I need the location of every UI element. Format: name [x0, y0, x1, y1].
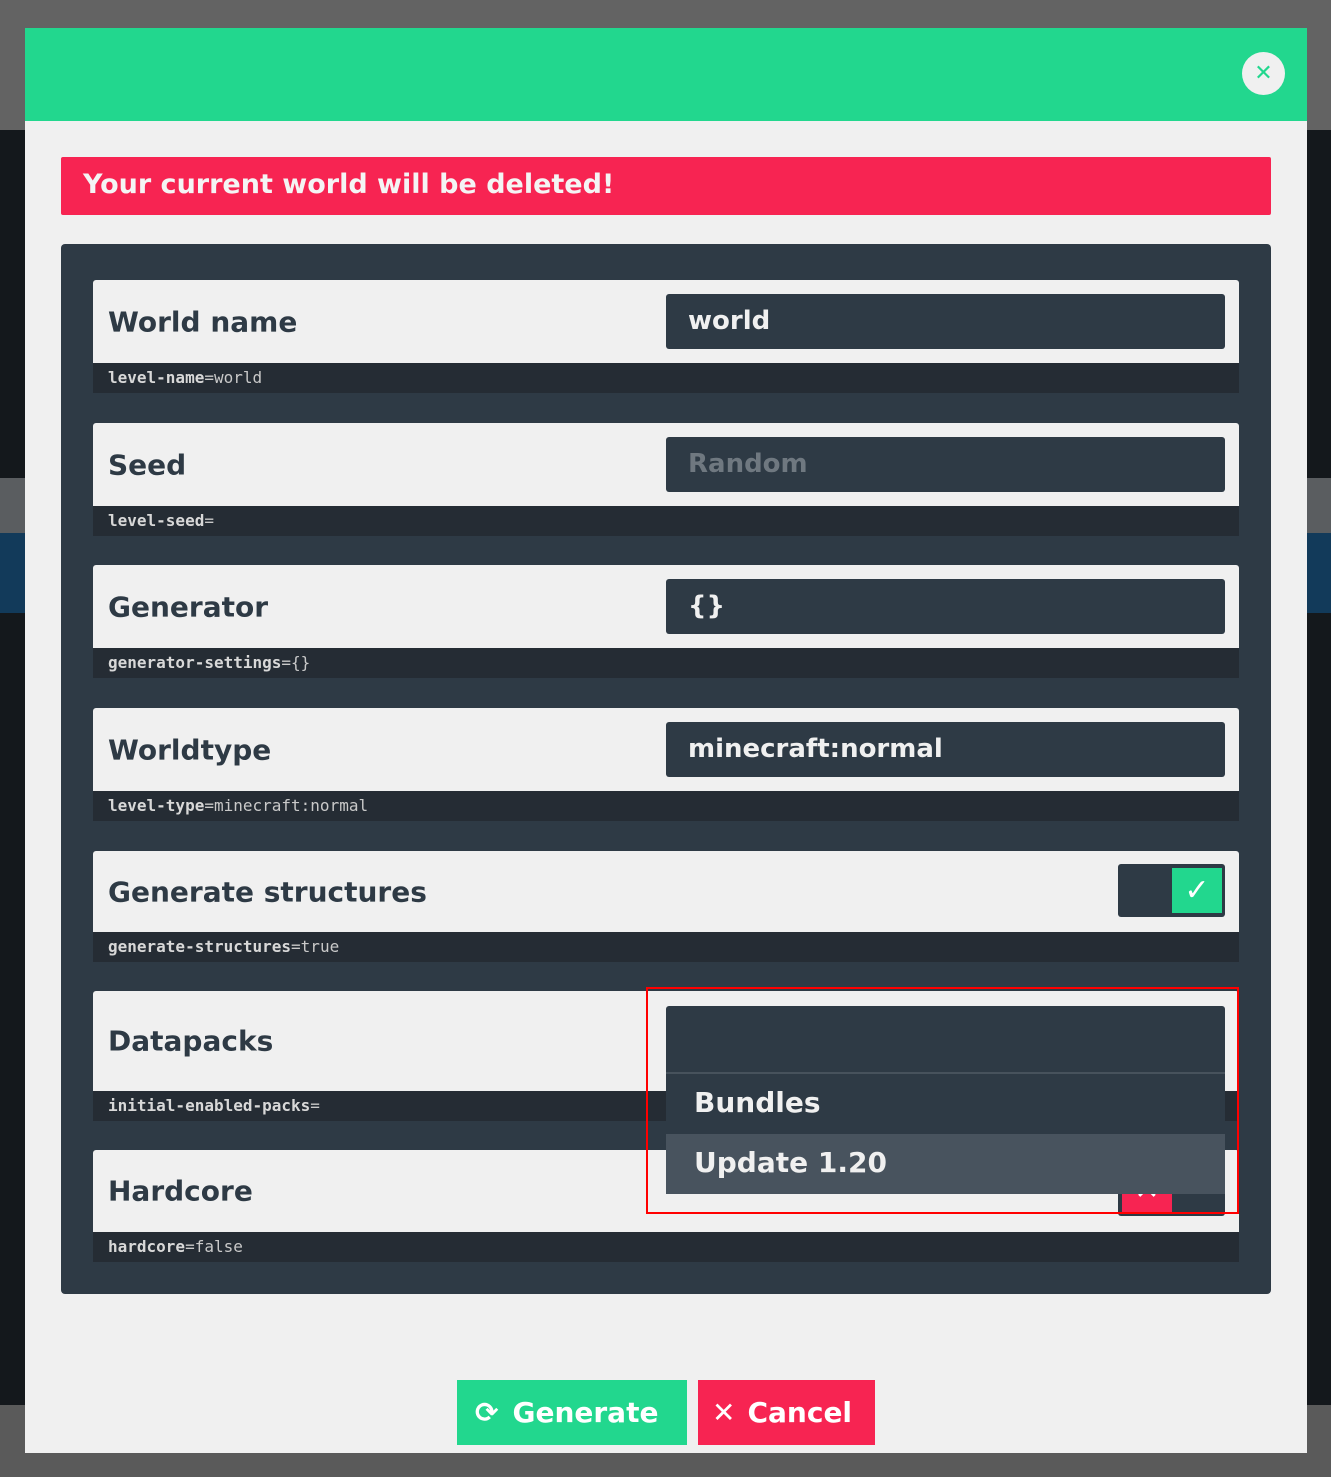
field-generate-structures: Generate structures ✓ generate-structure… [93, 851, 1239, 962]
property-code: generate-structures=true [93, 932, 1239, 962]
seed-input[interactable]: Random [666, 437, 1225, 492]
generate-world-modal: ✕ Your current world will be deleted! Wo… [25, 28, 1307, 1453]
field-worldtype: Worldtype minecraft:normal level-type=mi… [93, 708, 1239, 821]
check-icon: ✓ [1172, 868, 1222, 913]
property-code: generator-settings={} [93, 648, 1239, 678]
field-seed: Seed Random level-seed= [93, 423, 1239, 536]
close-icon: ✕ [1254, 61, 1273, 86]
world-name-input[interactable]: world [666, 294, 1225, 349]
warning-alert: Your current world will be deleted! [61, 157, 1271, 215]
field-label: Worldtype [108, 733, 272, 766]
highlight-box [646, 987, 1239, 1214]
generate-label: Generate [512, 1396, 659, 1429]
property-code: level-seed= [93, 506, 1239, 536]
field-generator: Generator {} generator-settings={} [93, 565, 1239, 678]
property-code: level-type=minecraft:normal [93, 791, 1239, 821]
generate-button[interactable]: ⟳ Generate [457, 1380, 687, 1445]
worldtype-input[interactable]: minecraft:normal [666, 722, 1225, 777]
refresh-icon: ⟳ [475, 1396, 499, 1429]
cancel-label: Cancel [747, 1396, 853, 1429]
x-icon: ✕ [712, 1396, 736, 1429]
generate-structures-toggle[interactable]: ✓ [1118, 864, 1225, 917]
field-label: Generate structures [108, 875, 427, 908]
field-label: Generator [108, 590, 269, 623]
field-world-name: World name world level-name=world [93, 280, 1239, 393]
close-button[interactable]: ✕ [1242, 52, 1285, 95]
field-label: Hardcore [108, 1174, 253, 1208]
modal-header: ✕ [25, 28, 1307, 121]
property-code: hardcore=false [93, 1232, 1239, 1262]
field-label: Seed [108, 448, 187, 481]
generator-input[interactable]: {} [666, 579, 1225, 634]
field-label: Datapacks [108, 1024, 274, 1058]
field-label: World name [108, 305, 298, 338]
property-code: level-name=world [93, 363, 1239, 393]
cancel-button[interactable]: ✕ Cancel [698, 1380, 875, 1445]
